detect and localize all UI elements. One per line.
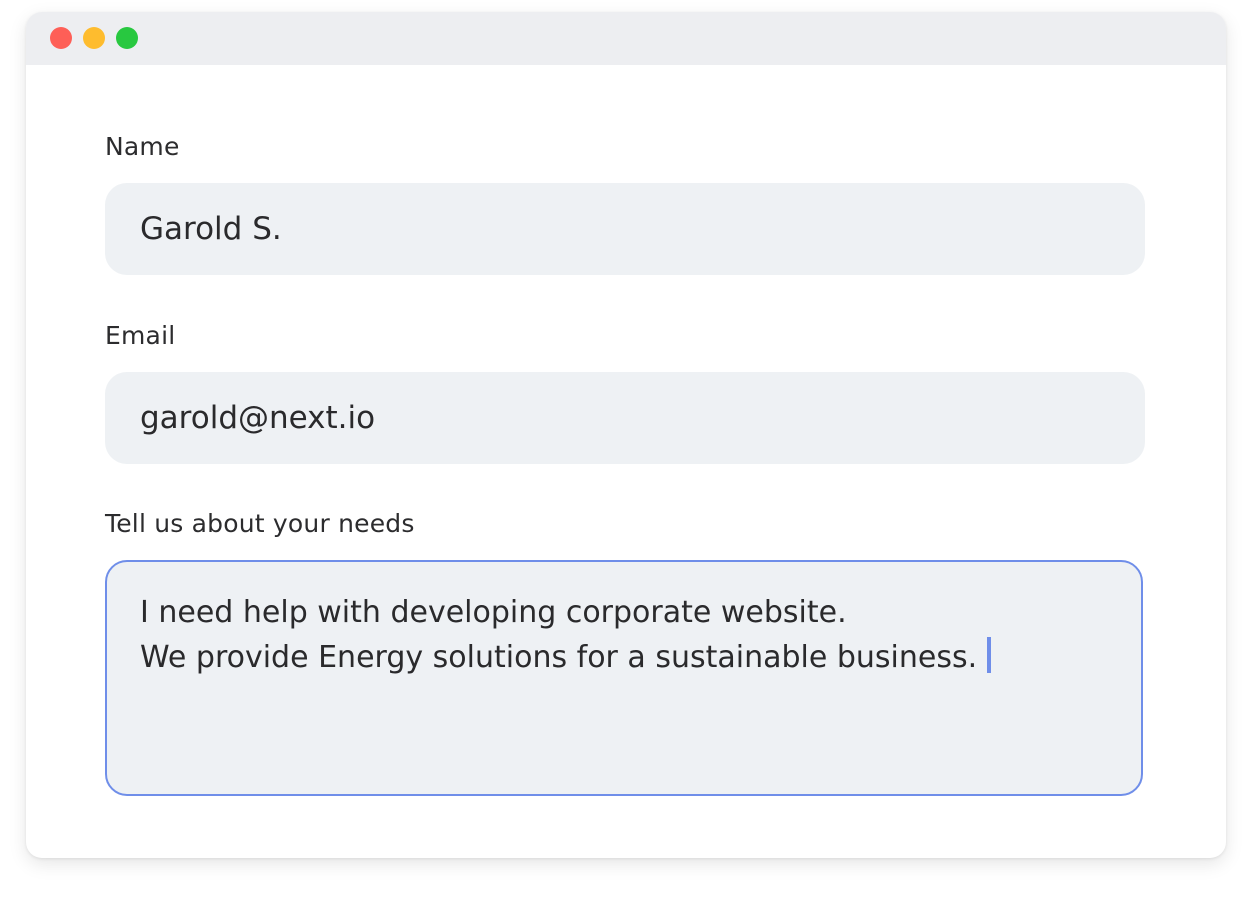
- name-input[interactable]: [140, 211, 1145, 247]
- minimize-window-button[interactable]: [83, 27, 105, 49]
- maximize-window-button[interactable]: [116, 27, 138, 49]
- name-field-container: [105, 183, 1145, 275]
- email-field-container: [105, 372, 1145, 464]
- needs-text-line-2-wrapper: We provide Energy solutions for a sustai…: [140, 635, 1108, 680]
- contact-form: Name Email Tell us about your needs I ne…: [26, 65, 1226, 858]
- needs-label: Tell us about your needs: [105, 509, 415, 538]
- close-window-button[interactable]: [50, 27, 72, 49]
- browser-window: Name Email Tell us about your needs I ne…: [26, 12, 1226, 858]
- needs-text-line-1: I need help with developing corporate we…: [140, 595, 847, 630]
- needs-textarea[interactable]: I need help with developing corporate we…: [105, 560, 1143, 796]
- window-titlebar: [26, 12, 1226, 65]
- needs-text-line-2: We provide Energy solutions for a sustai…: [140, 640, 978, 675]
- text-cursor: [987, 637, 992, 673]
- email-label: Email: [105, 321, 176, 350]
- name-label: Name: [105, 132, 180, 161]
- email-input[interactable]: [140, 400, 1145, 436]
